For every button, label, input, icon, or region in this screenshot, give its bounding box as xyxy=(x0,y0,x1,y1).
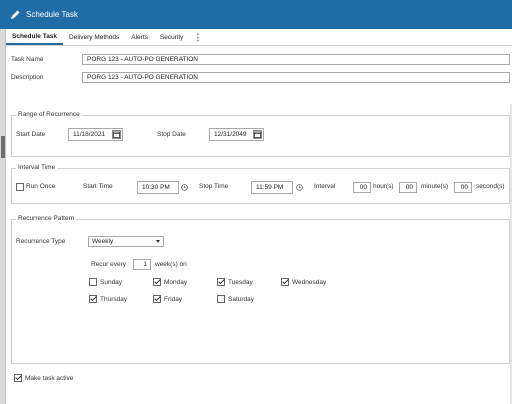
hours-label: hour(s) xyxy=(373,183,394,190)
resize-grip[interactable] xyxy=(1,136,5,158)
tab-alerts[interactable]: Alerts xyxy=(125,29,154,45)
chevron-down-icon xyxy=(156,240,160,243)
seconds-label: second(s) xyxy=(476,183,505,190)
task-name-label: Task Name xyxy=(11,56,44,63)
run-once-label: Run Once xyxy=(26,183,56,190)
sunday-checkbox[interactable] xyxy=(89,278,97,286)
monday-checkbox[interactable] xyxy=(153,278,161,286)
recurrence-type-select[interactable]: Weekly xyxy=(88,236,164,247)
calendar-icon[interactable] xyxy=(253,130,262,139)
tab-security[interactable]: Security xyxy=(154,29,189,45)
recurrence-type-value: Weekly xyxy=(92,238,114,245)
description-input[interactable]: PORG 123 - AUTO-PO GENERATION xyxy=(82,72,510,83)
interval-legend: Interval Time xyxy=(16,164,58,171)
monday-label: Monday xyxy=(164,279,188,286)
thursday-label: Thursday xyxy=(100,296,128,303)
minutes-label: minute(s) xyxy=(421,183,449,190)
clock-icon[interactable] xyxy=(296,184,303,191)
saturday-checkbox[interactable] xyxy=(217,295,225,303)
start-time-input[interactable]: 10:30 PM xyxy=(137,181,179,194)
stop-date-input[interactable]: 12/31/2049 xyxy=(209,128,264,141)
pattern-legend: Recurrence Pattern xyxy=(16,215,77,222)
tab-delivery-methods[interactable]: Delivery Methods xyxy=(63,29,125,45)
make-task-active-label: Make task active xyxy=(25,375,74,382)
tuesday-checkbox[interactable] xyxy=(217,278,225,286)
start-date-value: 11/18/2021 xyxy=(73,131,106,138)
run-once-checkbox[interactable] xyxy=(16,183,24,191)
clock-icon[interactable] xyxy=(181,184,188,191)
recurrence-pattern-section: Recurrence Pattern xyxy=(11,215,510,364)
tab-schedule-task[interactable]: Schedule Task xyxy=(6,29,64,45)
range-legend: Range of Recurrence xyxy=(16,111,82,118)
stop-time-label: Stop Time xyxy=(199,183,229,190)
description-label: Description xyxy=(11,74,44,81)
friday-checkbox[interactable] xyxy=(153,295,161,303)
tab-bar: Schedule Task Delivery Methods Alerts Se… xyxy=(6,29,512,46)
left-resize-strip[interactable] xyxy=(0,0,6,404)
wednesday-label: Wednesday xyxy=(292,279,327,286)
tuesday-label: Tuesday xyxy=(228,279,253,286)
calendar-icon[interactable] xyxy=(112,130,121,139)
make-task-active-checkbox[interactable] xyxy=(14,374,22,382)
more-options-icon[interactable]: ⋮ xyxy=(189,29,206,45)
wednesday-checkbox[interactable] xyxy=(281,278,289,286)
start-date-label: Start Date xyxy=(16,131,46,138)
start-date-input[interactable]: 11/18/2021 xyxy=(68,128,123,141)
title-bar: Schedule Task xyxy=(0,0,512,29)
recurrence-type-label: Recurrence Type xyxy=(16,238,66,245)
sunday-label: Sunday xyxy=(100,279,123,286)
stop-date-value: 12/31/2049 xyxy=(214,131,247,138)
start-time-label: Start Time xyxy=(83,183,113,190)
weeks-on-label: week(s) on xyxy=(155,261,187,268)
thursday-checkbox[interactable] xyxy=(89,295,97,303)
saturday-label: Saturday xyxy=(228,296,255,303)
seconds-input[interactable]: 00 xyxy=(454,182,472,193)
friday-label: Friday xyxy=(164,296,183,303)
window-title: Schedule Task xyxy=(26,10,78,19)
schedule-pencil-icon xyxy=(8,8,22,22)
hours-input[interactable]: 00 xyxy=(353,182,371,193)
minutes-input[interactable]: 00 xyxy=(399,182,417,193)
recur-every-input[interactable]: 1 xyxy=(133,259,151,270)
stop-time-input[interactable]: 11:59 PM xyxy=(251,181,293,194)
stop-date-label: Stop Date xyxy=(157,131,186,138)
task-name-input[interactable]: PORG 123 - AUTO-PO GENERATION xyxy=(82,54,510,65)
interval-label: Interval xyxy=(314,183,336,190)
recur-every-label: Recur every xyxy=(91,261,127,268)
